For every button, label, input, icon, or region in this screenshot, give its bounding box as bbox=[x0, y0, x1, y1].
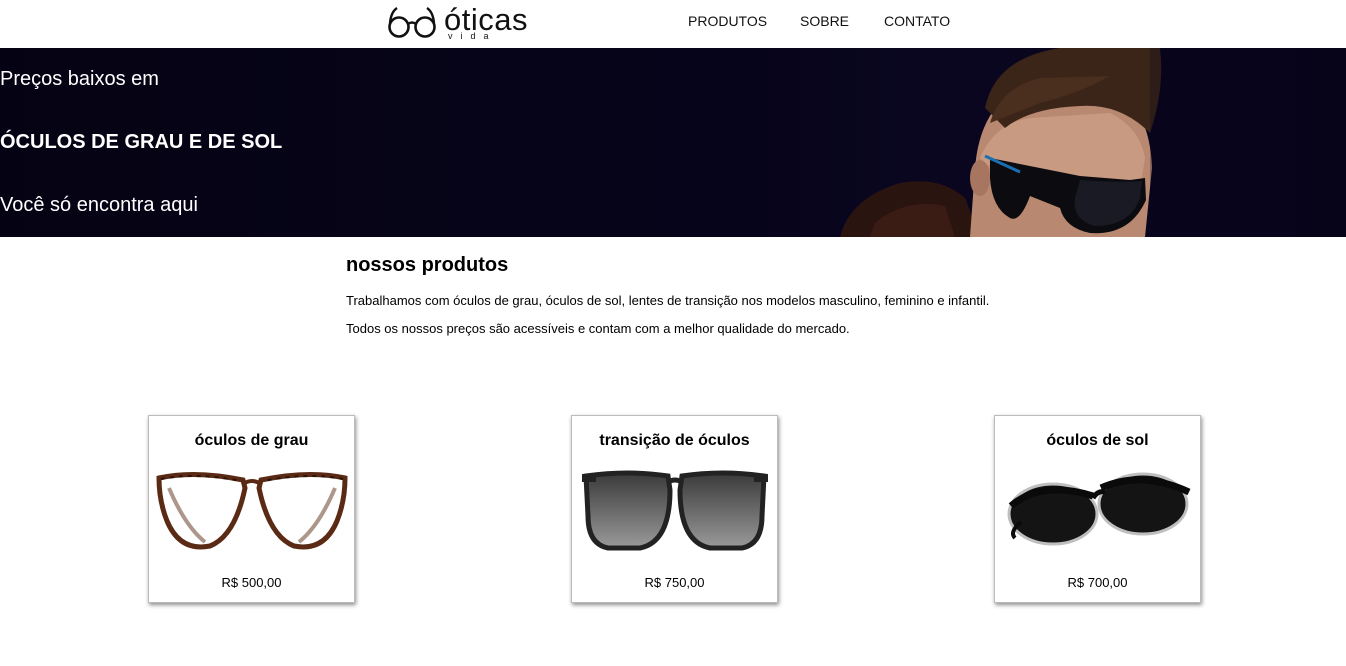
hero-line-3: Você só encontra aqui bbox=[0, 194, 198, 216]
product-card-transicao[interactable]: transição de óculos R$ 750,00 bbox=[571, 415, 778, 603]
hero-headline: ÓCULOS DE GRAU E DE SOL bbox=[0, 131, 283, 153]
hero-banner: Preços baixos em ÓCULOS DE GRAU E DE SOL… bbox=[0, 48, 1346, 237]
product-title: óculos de grau bbox=[194, 432, 309, 449]
section-title: nossos produtos bbox=[346, 254, 509, 276]
site-header: óticas vida PRODUTOS SOBRE CONTATO bbox=[0, 0, 1346, 48]
product-price: R$ 750,00 bbox=[644, 575, 705, 590]
product-price: R$ 700,00 bbox=[1067, 575, 1128, 590]
transition-glasses-image bbox=[582, 470, 768, 551]
nav-contato[interactable]: CONTATO bbox=[884, 13, 950, 29]
prescription-glasses-image bbox=[156, 471, 348, 550]
product-card-grau[interactable]: óculos de grau R$ 500,00 bbox=[148, 415, 355, 603]
nav-sobre[interactable]: SOBRE bbox=[800, 13, 849, 29]
product-title: transição de óculos bbox=[599, 432, 750, 449]
brand-subtitle: vida bbox=[448, 31, 497, 41]
section-paragraph-1: Trabalhamos com óculos de grau, óculos d… bbox=[346, 293, 990, 308]
product-price: R$ 500,00 bbox=[221, 575, 282, 590]
glasses-logo-icon bbox=[388, 7, 436, 38]
product-card-sol[interactable]: óculos de sol R$ 700,00 bbox=[994, 415, 1201, 603]
product-title: óculos de sol bbox=[1046, 432, 1149, 449]
logo[interactable]: óticas vida bbox=[388, 2, 538, 42]
section-paragraph-2: Todos os nossos preços são acessíveis e … bbox=[346, 321, 850, 336]
sunglasses-image bbox=[1007, 472, 1191, 546]
hero-photo bbox=[840, 48, 1346, 237]
nav-produtos[interactable]: PRODUTOS bbox=[688, 13, 767, 29]
hero-line-1: Preços baixos em bbox=[0, 68, 159, 90]
